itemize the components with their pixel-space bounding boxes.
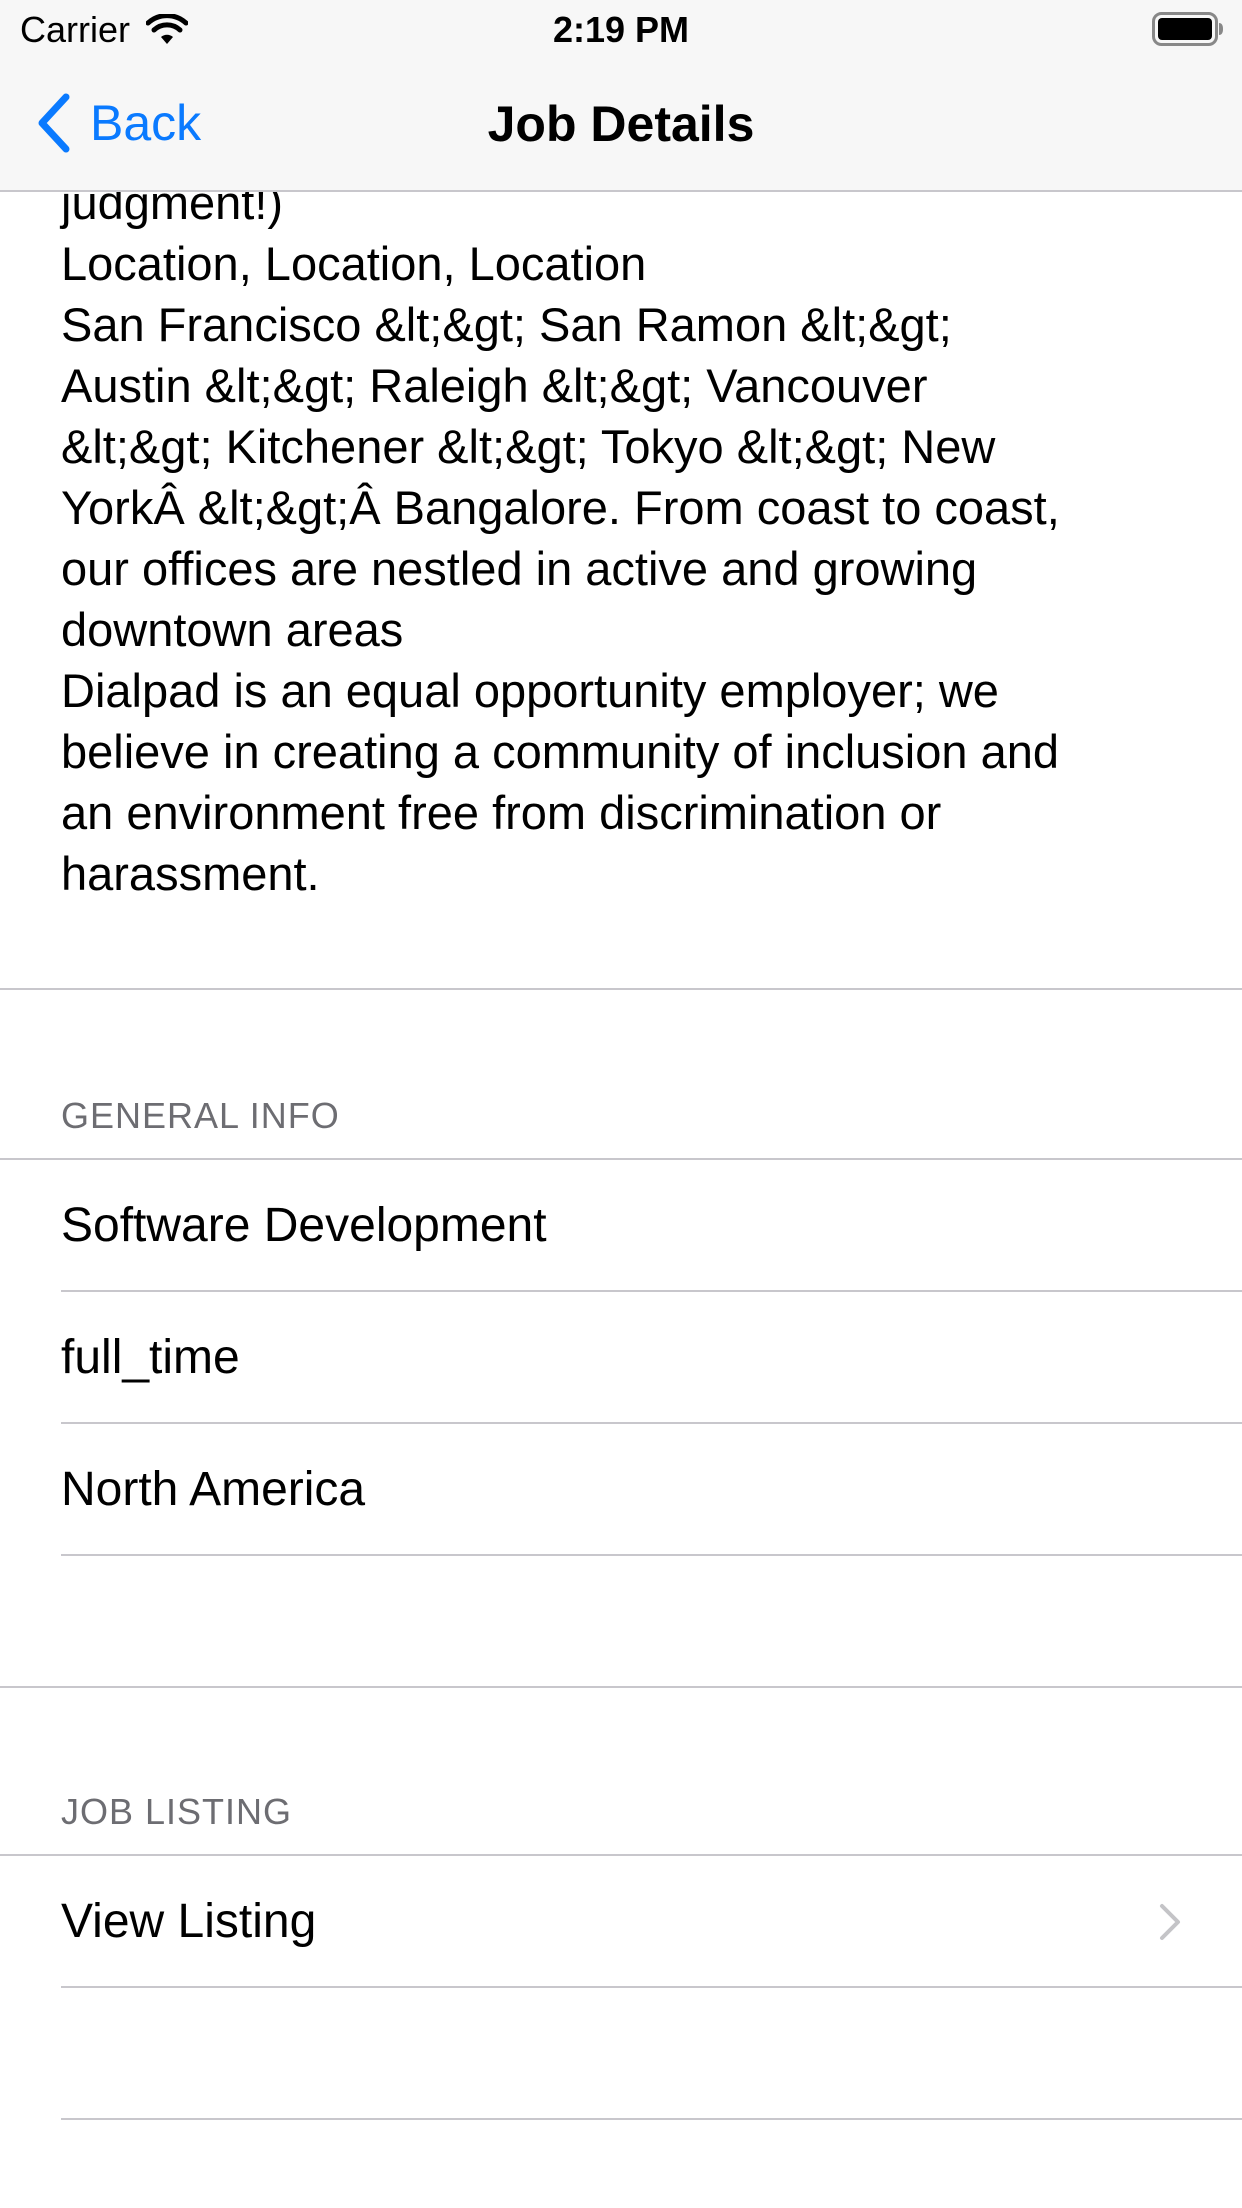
general-info-row-region[interactable]: North America xyxy=(0,1424,1242,1556)
description-line: YorkÂ &lt;&gt;Â Bangalore. From coast to… xyxy=(61,481,1060,534)
section-header-job-listing: JOB LISTING xyxy=(61,1791,293,1832)
description-line: San Francisco &lt;&gt; San Ramon &lt;&gt… xyxy=(61,298,952,351)
row-label: North America xyxy=(61,1463,366,1516)
description-line: believe in creating a community of inclu… xyxy=(61,725,1059,778)
description-line: Location, Location, Location xyxy=(61,237,647,290)
description-line: Dialpad is an equal opportunity employer… xyxy=(61,664,999,717)
battery-icon xyxy=(1152,12,1223,46)
view-listing-row[interactable]: View Listing xyxy=(0,1856,1242,1988)
description-line: Austin &lt;&gt; Raleigh &lt;&gt; Vancouv… xyxy=(61,359,928,412)
navigation-bar: Back Job Details xyxy=(0,60,1242,192)
page-title: Job Details xyxy=(487,96,755,152)
view-listing-label: View Listing xyxy=(61,1895,317,1948)
empty-cell xyxy=(0,1556,1242,1688)
description-line: an environment free from discrimination … xyxy=(61,786,942,839)
row-label: full_time xyxy=(61,1331,240,1384)
row-separator xyxy=(0,1686,1242,1688)
general-info-row-employment-type[interactable]: full_time xyxy=(0,1292,1242,1424)
section-header-general-info: GENERAL INFO xyxy=(61,1095,340,1136)
description-line: harassment. xyxy=(61,847,320,900)
row-separator xyxy=(61,2118,1242,2120)
empty-cell xyxy=(0,1988,1242,2120)
status-bar: Carrier 2:19 PM xyxy=(0,0,1242,60)
description-line: our offices are nestled in active and gr… xyxy=(61,542,978,595)
chevron-right-icon xyxy=(1160,1904,1180,1940)
row-label: Software Development xyxy=(61,1199,547,1252)
status-time: 2:19 PM xyxy=(552,9,690,50)
top-chrome: Carrier 2:19 PM Back Job Details xyxy=(0,0,1242,192)
job-details-content: judgment!) Location, Location, Location … xyxy=(0,0,1242,2208)
description-line: downtown areas xyxy=(61,603,404,656)
general-info-row-category[interactable]: Software Development xyxy=(0,1160,1242,1292)
description-line: &lt;&gt; Kitchener &lt;&gt; Tokyo &lt;&g… xyxy=(61,420,996,473)
job-description-cell: judgment!) Location, Location, Location … xyxy=(0,172,1242,990)
